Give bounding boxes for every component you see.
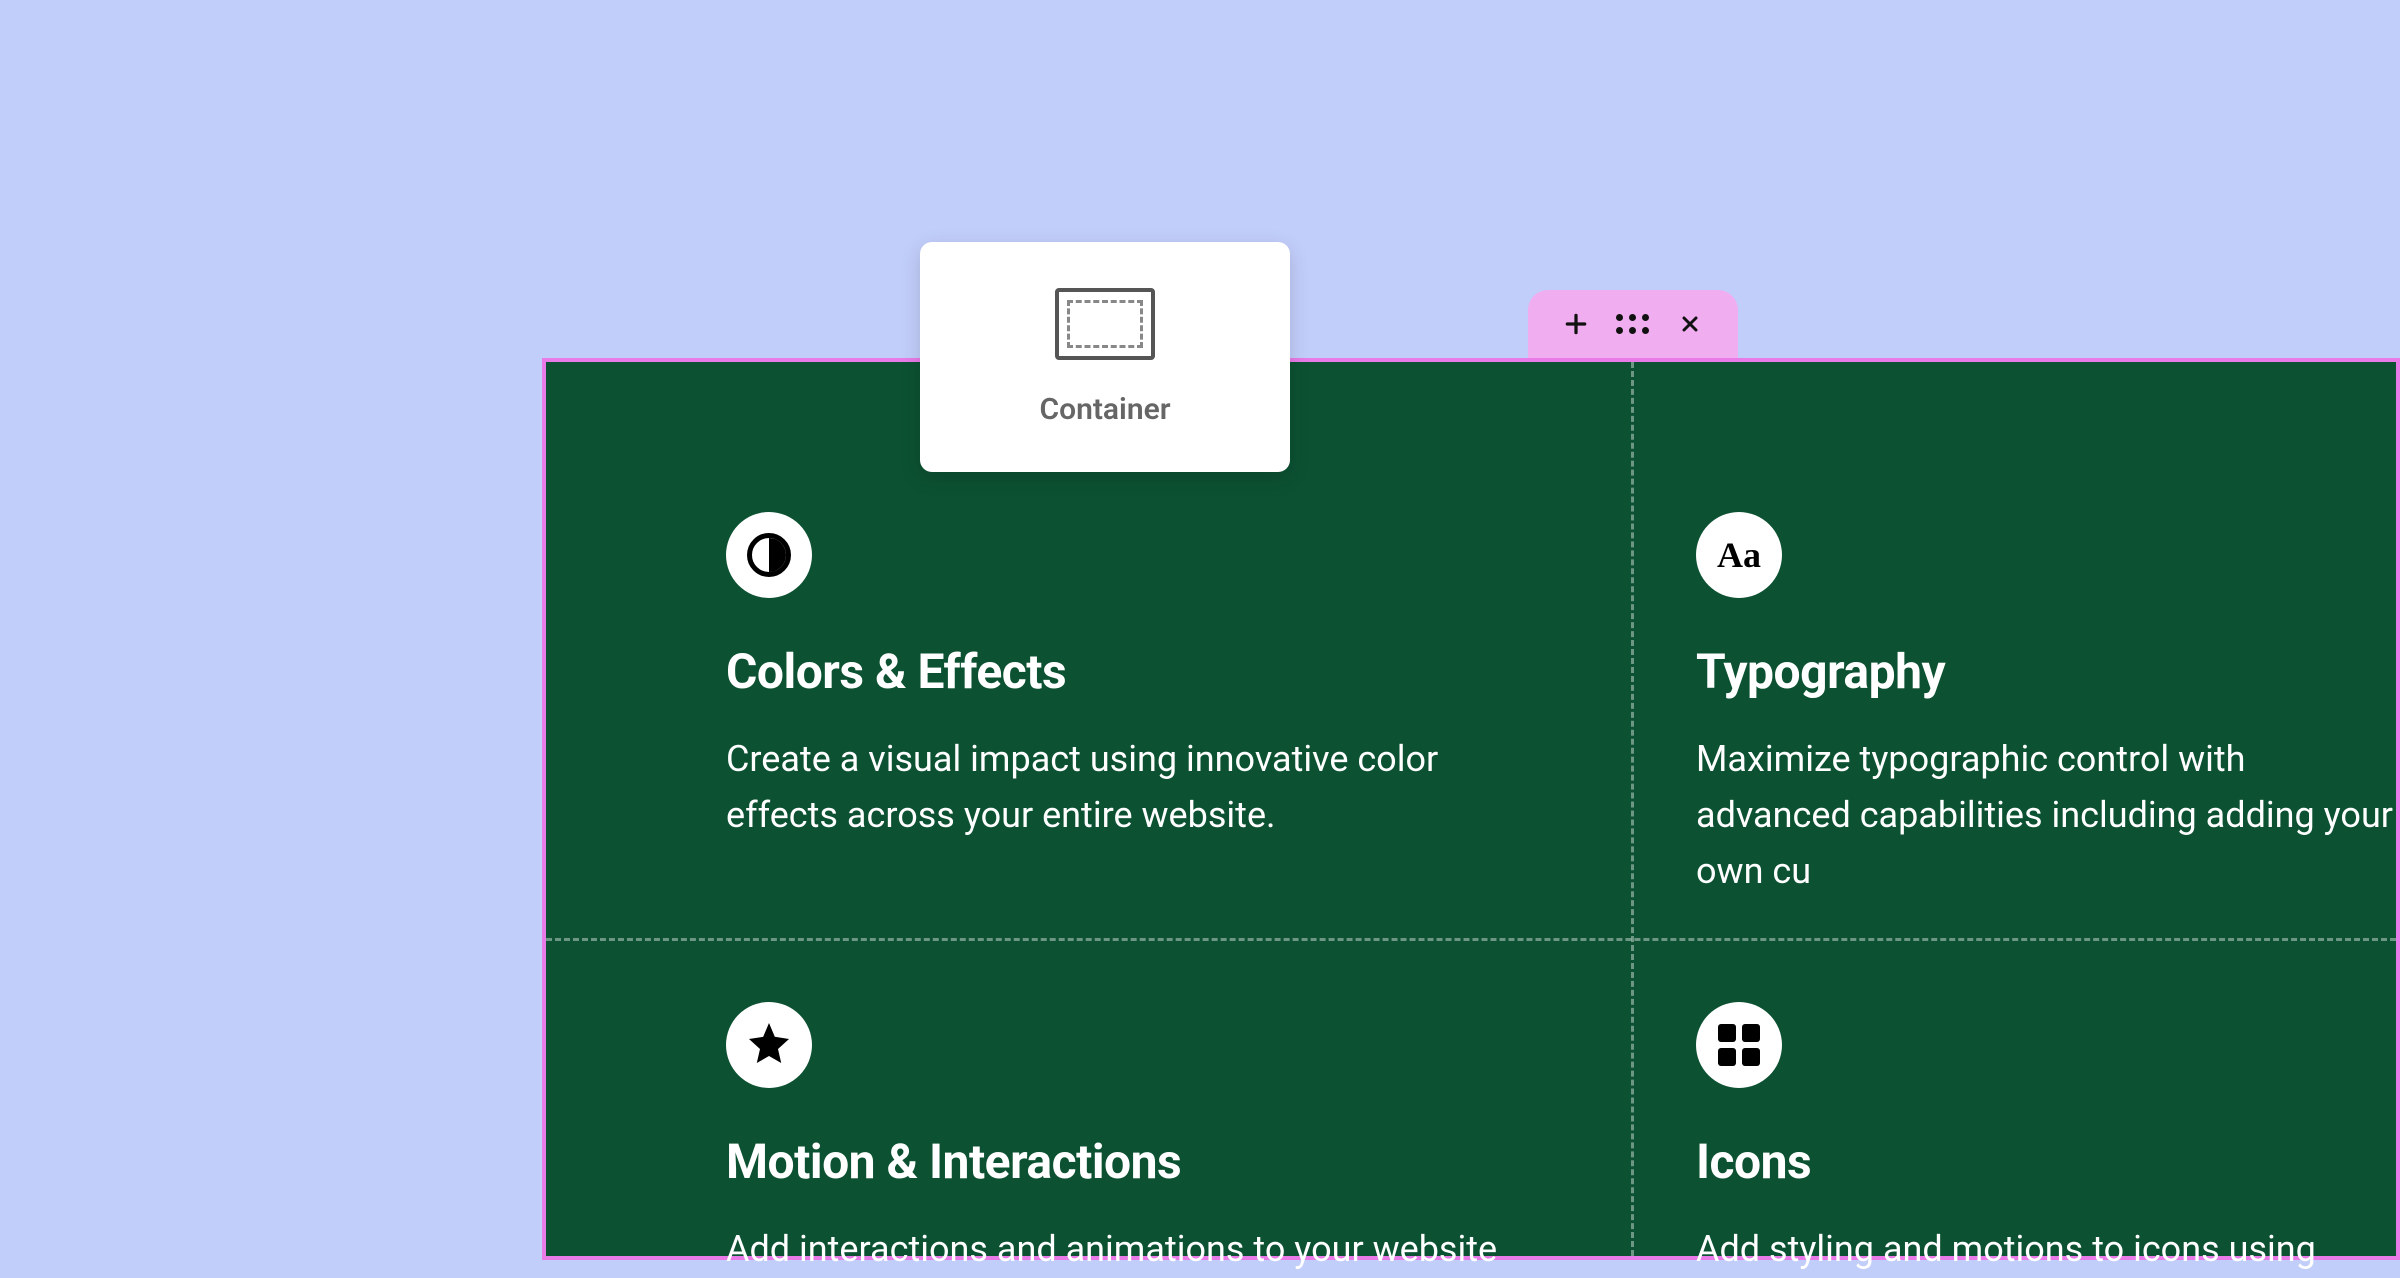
feature-card-colors: Colors & Effects Create a visual impact …: [726, 512, 1546, 844]
section-toolbar: [1528, 290, 1738, 358]
feature-title: Icons: [1696, 1133, 2396, 1190]
feature-card-motion: Motion & Interactions Add interactions a…: [726, 1002, 1546, 1278]
container-widget-tooltip[interactable]: Container: [920, 242, 1290, 472]
feature-grid: Colors & Effects Create a visual impact …: [546, 362, 2396, 1256]
drag-handle[interactable]: [1617, 308, 1649, 340]
typography-icon: Aa: [1717, 534, 1761, 576]
container-icon: [1055, 288, 1155, 360]
close-icon: [1678, 312, 1702, 336]
close-button[interactable]: [1674, 308, 1706, 340]
feature-description: Create a visual impact using innovative …: [726, 732, 1546, 844]
editor-canvas-section[interactable]: Colors & Effects Create a visual impact …: [542, 358, 2400, 1260]
star-icon: [745, 1019, 793, 1071]
grid-icon: [1718, 1024, 1760, 1066]
feature-description: Maximize typographic control with advanc…: [1696, 732, 2396, 899]
contrast-icon: [747, 533, 791, 577]
feature-description: Add styling and motions to icons using: [1696, 1222, 2396, 1278]
feature-title: Colors & Effects: [726, 643, 1546, 700]
container-label: Container: [1039, 392, 1170, 427]
feature-description: Add interactions and animations to your …: [726, 1222, 1546, 1278]
add-button[interactable]: [1560, 308, 1592, 340]
icon-badge: [726, 512, 812, 598]
icon-badge: Aa: [1696, 512, 1782, 598]
feature-title: Motion & Interactions: [726, 1133, 1546, 1190]
icon-badge: [726, 1002, 812, 1088]
feature-card-typography: Aa Typography Maximize typographic contr…: [1696, 512, 2396, 899]
grid-divider-vertical: [1631, 362, 1634, 1256]
feature-title: Typography: [1696, 643, 2396, 700]
drag-icon: [1616, 314, 1649, 334]
icon-badge: [1696, 1002, 1782, 1088]
plus-icon: [1563, 311, 1589, 337]
grid-divider-horizontal: [546, 938, 2396, 941]
feature-card-icons: Icons Add styling and motions to icons u…: [1696, 1002, 2396, 1278]
